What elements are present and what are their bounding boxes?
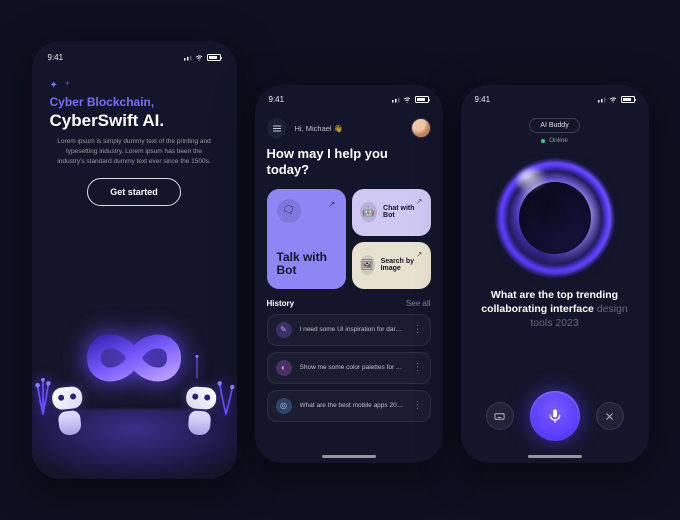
more-icon[interactable]: ⋮	[413, 362, 422, 373]
wifi-icon	[609, 96, 618, 103]
description: Lorem ipsum is simply dummy text of the …	[50, 137, 219, 166]
microphone-button[interactable]	[530, 391, 580, 441]
status-bar: 9:41	[32, 41, 237, 74]
get-started-button[interactable]: Get started	[87, 178, 181, 206]
battery-icon	[621, 96, 635, 103]
app-title: CyberSwift AI.	[50, 111, 219, 131]
robot-icon	[175, 385, 225, 444]
more-icon[interactable]: ⋮	[413, 324, 422, 335]
wifi-icon	[195, 54, 204, 61]
status-bar: 9:41	[255, 85, 443, 114]
card-label: Talk with Bot	[277, 251, 336, 277]
card-label: Chat with Bot	[383, 205, 422, 219]
hero-illustration	[32, 259, 237, 479]
robot-icon	[43, 385, 95, 446]
voice-screen: 9:41 AI Buddy Online What are the top tr…	[461, 85, 649, 463]
status-icons	[390, 96, 429, 103]
onboarding-screen: 9:41 ✦ ⁺ Cyber Blockchain, CyberSwift AI…	[32, 41, 237, 479]
status-time: 9:41	[48, 53, 64, 62]
voice-orb	[495, 158, 615, 278]
status-time: 9:41	[269, 95, 285, 104]
battery-icon	[207, 54, 221, 61]
prompt-heading: How may I help you today?	[255, 146, 443, 189]
history-text: I need some UI inspiration for dark…	[300, 326, 405, 333]
more-icon[interactable]: ⋮	[413, 400, 422, 411]
signal-icon	[182, 55, 192, 61]
arrow-icon: ↗	[416, 250, 423, 259]
history-heading: History	[267, 299, 295, 308]
image-icon: 🖼	[360, 255, 375, 275]
greeting: Hi, Michael 👋	[295, 124, 403, 133]
tagline: Cyber Blockchain,	[50, 95, 219, 109]
history-icon: ◐	[276, 360, 292, 376]
close-icon	[604, 411, 615, 422]
signal-icon	[390, 97, 400, 103]
history-text: What are the best mobile apps 2023…	[300, 402, 405, 409]
bot-icon: 🤖	[360, 202, 378, 222]
sparkle-icon: ✦ ⁺	[50, 80, 219, 91]
home-indicator	[528, 455, 582, 458]
status-bar: 9:41	[461, 85, 649, 114]
arrow-icon: ↗	[416, 197, 423, 206]
voice-transcript: What are the top trending collaborating …	[461, 288, 649, 331]
see-all-link[interactable]: See all	[406, 299, 430, 308]
history-icon: ✎	[276, 322, 292, 338]
home-screen: 9:41 Hi, Michael 👋 How may I help you to…	[255, 85, 443, 463]
signal-icon	[596, 97, 606, 103]
history-item[interactable]: ◎ What are the best mobile apps 2023… ⋮	[267, 390, 431, 422]
chat-icon: 🗨	[277, 199, 301, 223]
history-item[interactable]: ✎ I need some UI inspiration for dark… ⋮	[267, 314, 431, 346]
arrow-icon: ↗	[328, 199, 336, 210]
keyboard-button[interactable]	[486, 402, 514, 430]
status-icons	[182, 54, 221, 61]
menu-button[interactable]	[267, 118, 287, 138]
history-item[interactable]: ◐ Show me some color palettes for AI… ⋮	[267, 352, 431, 384]
infinity-ribbon	[74, 318, 194, 398]
ai-buddy-chip[interactable]: AI Buddy	[529, 118, 579, 133]
close-button[interactable]	[596, 402, 624, 430]
avatar[interactable]	[411, 118, 431, 138]
status-icons	[596, 96, 635, 103]
chat-with-bot-card[interactable]: 🤖 Chat with Bot ↗	[352, 189, 431, 236]
hamburger-icon	[273, 128, 281, 129]
home-indicator	[322, 455, 376, 458]
battery-icon	[415, 96, 429, 103]
history-text: Show me some color palettes for AI…	[300, 364, 405, 371]
microphone-icon	[547, 408, 563, 424]
status-time: 9:41	[475, 95, 491, 104]
talk-with-bot-card[interactable]: 🗨 ↗ Talk with Bot	[267, 189, 346, 289]
keyboard-icon	[494, 411, 505, 422]
wifi-icon	[403, 96, 412, 103]
card-label: Search by Image	[381, 258, 423, 272]
history-icon: ◎	[276, 398, 292, 414]
online-status: Online	[541, 137, 568, 144]
search-by-image-card[interactable]: 🖼 Search by Image ↗	[352, 242, 431, 289]
